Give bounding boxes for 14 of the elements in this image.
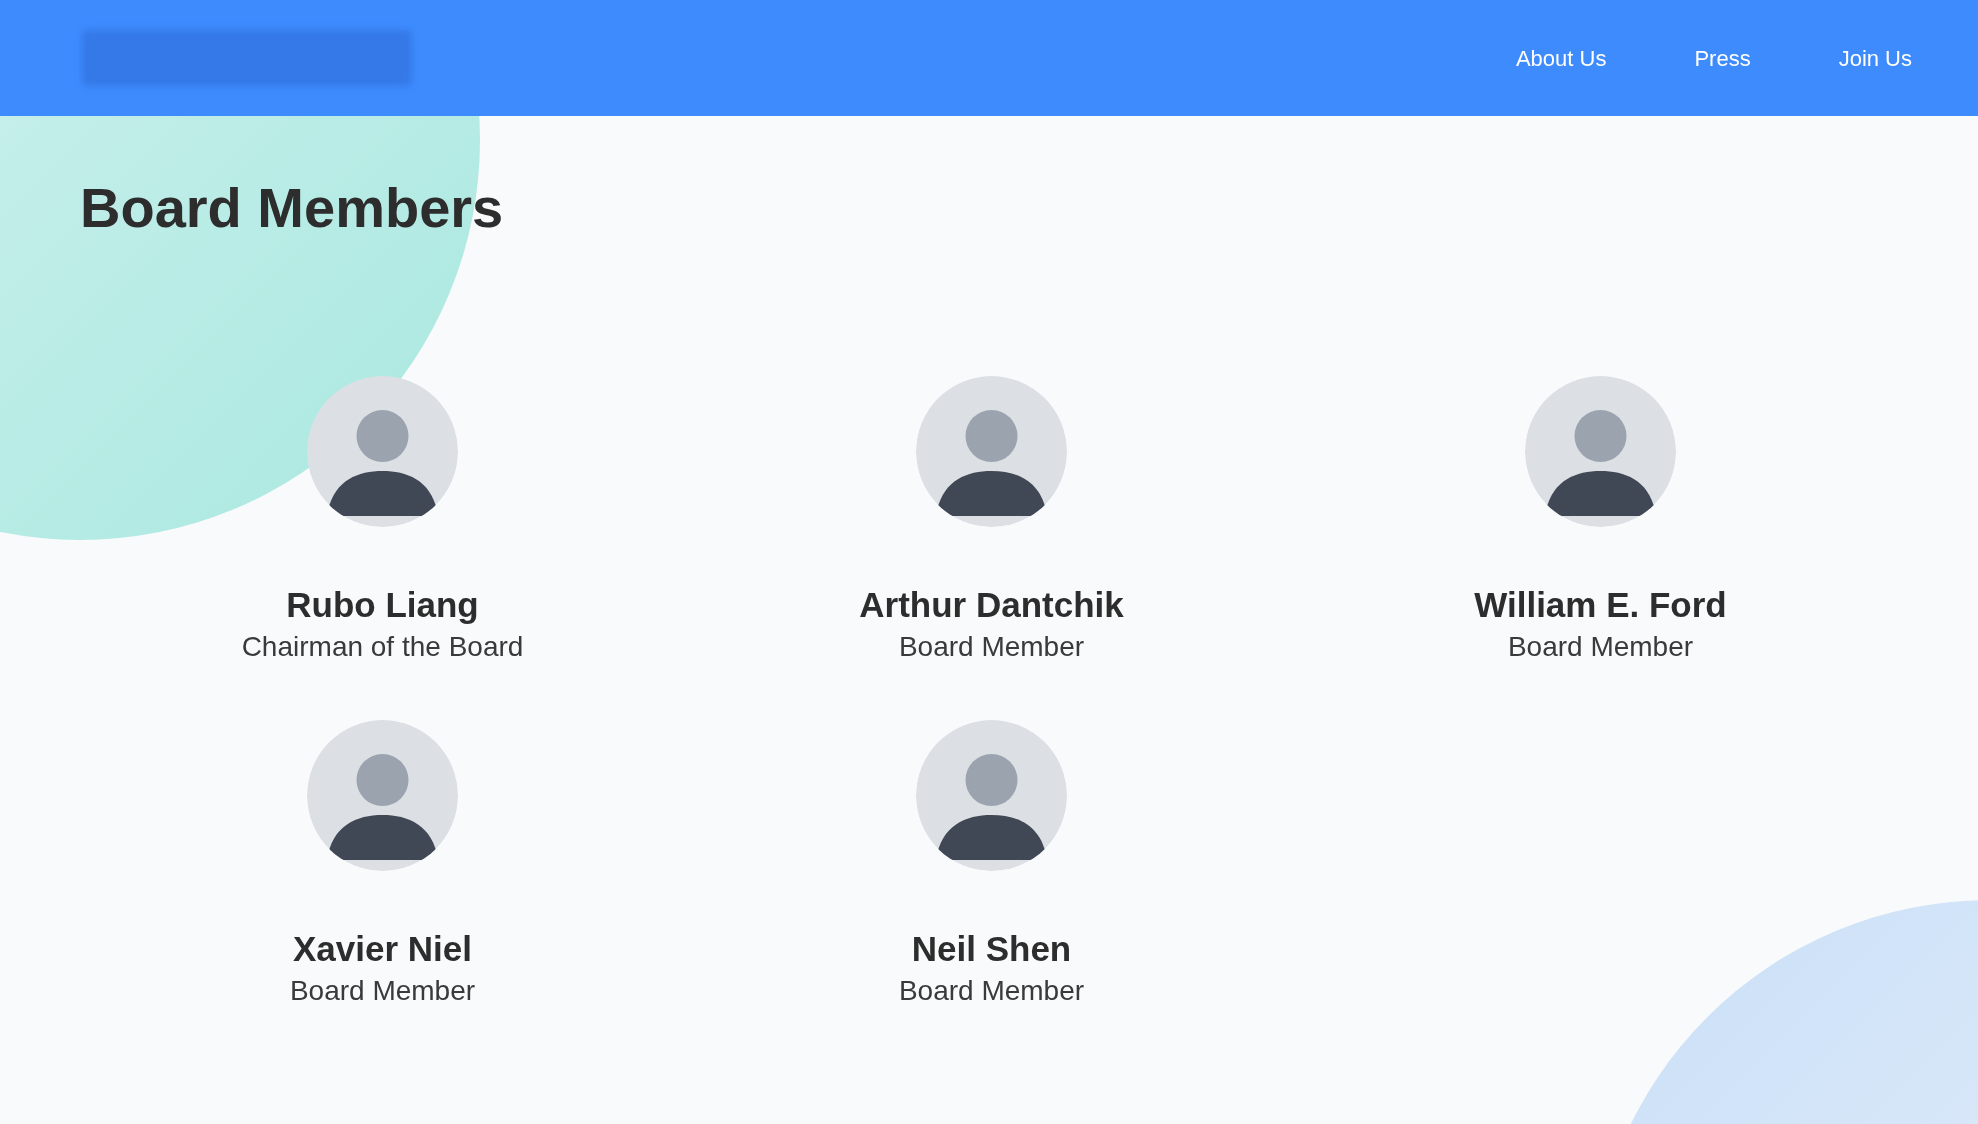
member-role: Board Member — [1507, 629, 1694, 664]
member-name: Xavier Niel — [293, 927, 472, 970]
nav-link[interactable]: Press — [1694, 41, 1751, 75]
member-name: Arthur Dantchik — [859, 584, 1124, 626]
member-role: Chairman of the Board — [241, 629, 524, 664]
nav-link[interactable]: About Us — [1515, 41, 1607, 75]
nav-link[interactable]: Join Us — [1838, 41, 1912, 75]
member-name: Neil Shen — [911, 927, 1072, 970]
member-role: Board Member — [898, 629, 1085, 664]
page-heading: Board Members — [80, 180, 505, 236]
member-role: Board Member — [289, 973, 476, 1008]
member-role: Board Member — [898, 973, 1085, 1008]
member-name: Rubo Liang — [286, 584, 479, 626]
member-name: William E. Ford — [1474, 584, 1727, 626]
